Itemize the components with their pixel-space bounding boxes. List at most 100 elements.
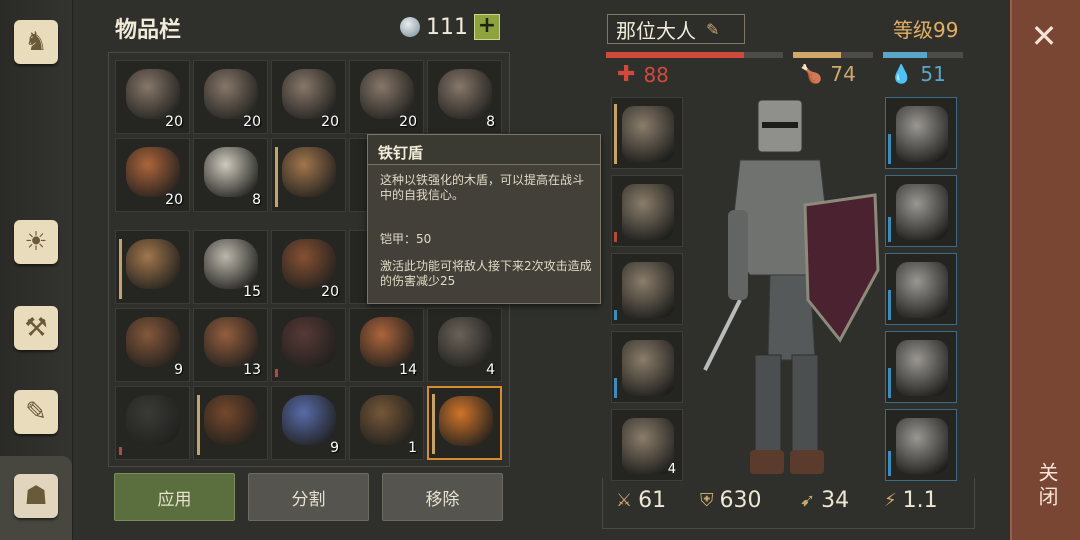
- equipment-slot-right[interactable]: [885, 331, 957, 403]
- leg-armor-icon: [896, 340, 948, 396]
- add-currency-button[interactable]: +: [474, 14, 500, 40]
- slot-quantity: 20: [165, 114, 183, 130]
- durability-bar: [119, 447, 122, 455]
- journal-sun-icon[interactable]: ☀: [6, 212, 66, 272]
- slot-quantity: 20: [399, 114, 417, 130]
- slot-quantity: 8: [252, 192, 261, 208]
- running-icon: ➹: [800, 490, 816, 511]
- equipment-slot-right[interactable]: [885, 175, 957, 247]
- water-stat: 💧 51: [890, 62, 946, 86]
- currency: 111 +: [400, 14, 500, 40]
- inventory-slot[interactable]: [115, 386, 190, 460]
- inventory-slot[interactable]: [193, 386, 268, 460]
- inventory-slot[interactable]: [427, 386, 502, 460]
- remove-button[interactable]: 移除: [382, 473, 503, 521]
- inventory-slot[interactable]: 13: [193, 308, 268, 382]
- slot-quantity: 20: [321, 284, 339, 300]
- inventory-slot[interactable]: 20: [193, 60, 268, 134]
- water-drop-icon: 💧: [890, 63, 913, 85]
- helmet-icon: [896, 106, 948, 162]
- pickaxe-icon: [126, 239, 180, 289]
- armor-stat: ⛨ 630: [700, 488, 762, 513]
- left-nav: ♞ ☀ ⚒ ✎ ☗: [0, 0, 73, 540]
- edit-pen-icon[interactable]: ✎: [706, 20, 719, 39]
- sword-icon: [622, 106, 674, 162]
- shield-icon: ⛨: [700, 490, 714, 511]
- slot-quantity: 13: [243, 362, 261, 378]
- inventory-slot[interactable]: 20: [115, 138, 190, 212]
- inventory-slot[interactable]: 9: [115, 308, 190, 382]
- inventory-slot[interactable]: 8: [193, 138, 268, 212]
- character-level: 等级99: [893, 18, 959, 42]
- leather-icon: [282, 239, 336, 289]
- crafting-hammer-icon[interactable]: ⚒: [6, 298, 66, 358]
- map-scroll-icon[interactable]: ✎: [6, 382, 66, 442]
- inventory-slot[interactable]: 9: [271, 386, 346, 460]
- nails-icon: [126, 317, 180, 367]
- leg-armor-icon: [282, 317, 336, 367]
- health-cross-icon: ✚: [617, 62, 636, 87]
- attack-speed-icon: ⚡: [884, 490, 897, 511]
- inventory-slot[interactable]: 20: [271, 60, 346, 134]
- equipment-slot-right[interactable]: [885, 253, 957, 325]
- tooltip-armor: 铠甲：50: [380, 232, 432, 246]
- attack-stat: ⚔ 61: [616, 488, 666, 513]
- shield-icon: [622, 184, 674, 240]
- ore-icon: [282, 69, 336, 119]
- equipment-slot-left[interactable]: [611, 97, 683, 169]
- inventory-slot[interactable]: 20: [349, 60, 424, 134]
- slot-quantity: 9: [174, 362, 183, 378]
- speed-stat: ➹ 34: [800, 488, 849, 513]
- close-label[interactable]: 关闭: [1028, 462, 1062, 510]
- inventory-slot[interactable]: [271, 308, 346, 382]
- inventory-slot[interactable]: 1: [349, 386, 424, 460]
- slot-quantity: 15: [243, 284, 261, 300]
- equipment-slot-right[interactable]: [885, 97, 957, 169]
- apply-button[interactable]: 应用: [114, 473, 235, 521]
- inventory-slot[interactable]: 20: [271, 230, 346, 304]
- tooltip-effect: 激活此功能可将敌人接下来2次攻击造成的伤害减少25: [380, 259, 592, 288]
- cloth-roll-icon: [204, 147, 258, 197]
- inventory-slot[interactable]: 8: [427, 60, 502, 134]
- ore-icon: [126, 69, 180, 119]
- chest-armor-icon: [896, 184, 948, 240]
- inventory-slot[interactable]: [115, 230, 190, 304]
- durability-bar: [614, 378, 617, 398]
- attack-speed-stat: ⚡ 1.1: [884, 488, 938, 513]
- sword-icon: [622, 340, 674, 396]
- durability-bar: [614, 104, 617, 164]
- equipment-slot-left[interactable]: 4: [611, 409, 683, 481]
- inventory-slot[interactable]: 15: [193, 230, 268, 304]
- durability-bar: [614, 310, 617, 320]
- water-value: 51: [920, 62, 946, 86]
- character-knight-figure: [703, 100, 880, 474]
- equipment-slot-left[interactable]: [611, 175, 683, 247]
- slot-quantity: 20: [165, 192, 183, 208]
- character-icon[interactable]: ☗: [6, 466, 66, 526]
- tooltip-title: 铁钉盾: [368, 135, 600, 165]
- equipment-slot-left[interactable]: [611, 331, 683, 403]
- durability-bar: [888, 134, 891, 164]
- slot-quantity: 8: [486, 114, 495, 130]
- horse-icon[interactable]: ♞: [6, 12, 66, 72]
- slot-quantity: 4: [667, 462, 676, 477]
- inventory-slot[interactable]: 20: [115, 60, 190, 134]
- gauntlets-icon: [896, 262, 948, 318]
- inventory-slot[interactable]: 14: [349, 308, 424, 382]
- equipment-slot-left[interactable]: [611, 253, 683, 325]
- food-stat: 🍗 74: [800, 62, 856, 86]
- equipment-slot-right[interactable]: [885, 409, 957, 481]
- pickaxe-icon: [282, 147, 336, 197]
- character-name-box[interactable]: 那位大人 ✎: [607, 14, 745, 44]
- tooltip-description: 这种以铁强化的木盾，可以提高在战斗中的自我信心。: [380, 173, 585, 202]
- character-name: 那位大人: [616, 18, 696, 43]
- inventory-slot[interactable]: 4: [427, 308, 502, 382]
- durability-bar: [888, 451, 891, 476]
- close-x-icon[interactable]: ✕: [1026, 18, 1062, 54]
- inventory-slot[interactable]: [271, 138, 346, 212]
- slot-quantity: 4: [486, 362, 495, 378]
- close-panel[interactable]: [1010, 0, 1080, 540]
- split-button[interactable]: 分割: [248, 473, 369, 521]
- durability-bar: [888, 290, 891, 320]
- health-value: 88: [643, 62, 669, 87]
